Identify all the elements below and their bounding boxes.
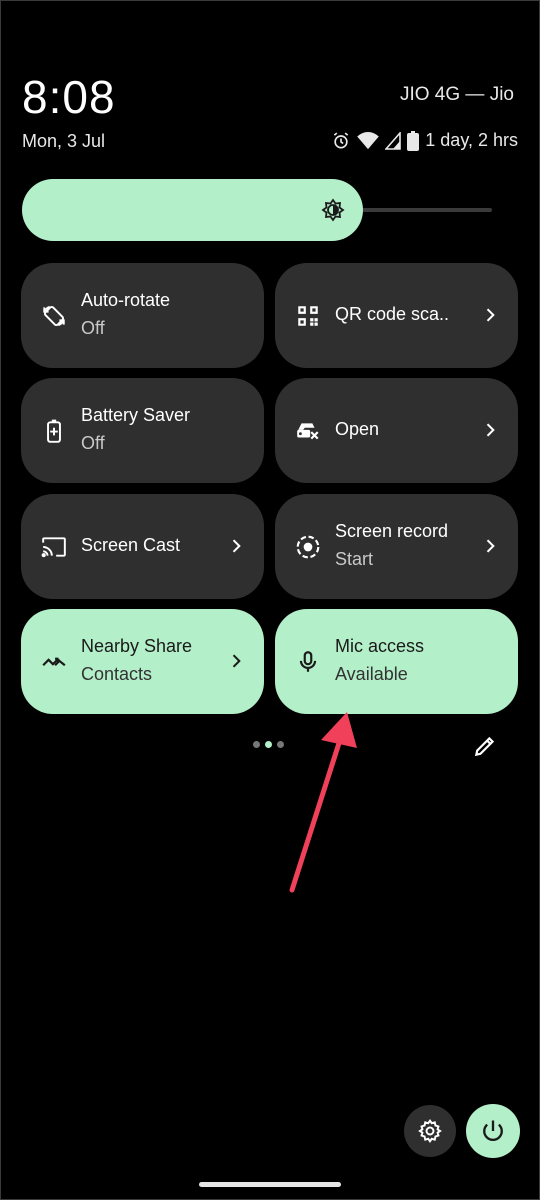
tile-label: Screen Cast — [81, 535, 181, 555]
tile-battery-saver[interactable]: Battery Saver Off — [21, 378, 264, 483]
tile-label: Auto-rotate — [81, 290, 171, 310]
car-icon — [297, 423, 319, 440]
battery-icon — [407, 130, 420, 151]
settings-button[interactable] — [404, 1105, 456, 1157]
edit-pencil-icon[interactable] — [472, 733, 498, 759]
page-dot — [277, 741, 284, 748]
tile-nearby-share[interactable]: Nearby Share Contacts — [21, 609, 264, 714]
cast-icon — [41, 537, 66, 558]
tile-label: QR code sca.. — [335, 304, 450, 324]
qr-code-icon — [298, 306, 318, 326]
tile-mic-access[interactable]: Mic access Available — [275, 609, 518, 714]
tile-screen-cast[interactable]: Screen Cast — [21, 494, 264, 599]
auto-rotate-icon — [43, 305, 65, 327]
alarm-icon — [334, 131, 349, 148]
chevron-right-icon — [232, 539, 241, 553]
power-icon — [483, 1120, 503, 1142]
tile-state: Off — [81, 318, 105, 338]
gear-icon — [418, 1119, 442, 1143]
tile-label: Nearby Share — [81, 636, 193, 656]
status-icons: 1 day, 2 hrs — [331, 130, 518, 151]
tile-screen-record[interactable]: Screen record Start — [275, 494, 518, 599]
cell-signal-icon — [385, 131, 402, 150]
date-label[interactable]: Mon, 3 Jul — [22, 131, 105, 152]
tile-state: Start — [335, 549, 374, 569]
tile-label: Battery Saver — [81, 405, 191, 425]
tile-qr-code-scanner[interactable]: QR code sca.. — [275, 263, 518, 368]
tile-state: Off — [81, 433, 105, 453]
brightness-icon — [321, 198, 345, 222]
tile-auto-rotate[interactable]: Auto-rotate Off — [21, 263, 264, 368]
home-indicator[interactable] — [199, 1182, 341, 1187]
wifi-icon — [357, 131, 380, 149]
page-indicator — [253, 741, 284, 748]
tile-label: Mic access — [335, 636, 425, 656]
nearby-share-icon — [42, 657, 66, 667]
page-dot-current — [265, 741, 272, 748]
tile-state: Contacts — [81, 664, 153, 684]
carrier-label: JIO 4G — Jio — [399, 84, 514, 105]
page-dot — [253, 741, 260, 748]
brightness-slider[interactable] — [22, 179, 492, 241]
chevron-right-icon — [486, 423, 495, 437]
battery-saver-icon — [47, 419, 61, 443]
chevron-right-icon — [232, 654, 241, 668]
tile-label: Screen record — [335, 521, 449, 541]
power-button[interactable] — [466, 1104, 520, 1158]
chevron-right-icon — [486, 539, 495, 553]
battery-estimate: 1 day, 2 hrs — [425, 130, 518, 150]
tile-open-car[interactable]: Open — [275, 378, 518, 483]
tile-label: Open — [335, 419, 380, 439]
tile-state: Available — [335, 664, 408, 684]
chevron-right-icon — [486, 308, 495, 322]
clock[interactable]: 8:08 — [22, 70, 116, 124]
mic-icon — [299, 651, 317, 672]
brightness-fill[interactable] — [22, 179, 363, 241]
screen-record-icon — [296, 535, 320, 559]
